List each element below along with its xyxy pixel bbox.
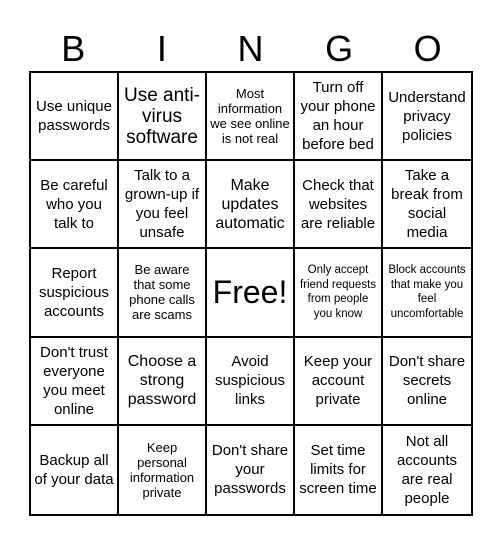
cell-text: Avoid suspicious links — [214, 353, 286, 409]
cell-text: Talk to a grown-up if you feel unsafe — [124, 167, 200, 242]
bingo-cell[interactable]: Report suspicious accounts — [31, 249, 119, 338]
bingo-cell[interactable]: Set time limits for screen time — [295, 425, 383, 514]
bingo-cell[interactable]: Keep personal information private — [119, 425, 207, 514]
bingo-cell[interactable]: Keep your account private — [295, 337, 383, 426]
bingo-cell[interactable]: Be aware that some phone calls are scams — [119, 249, 207, 338]
cell-text: Choose a strong password — [127, 353, 197, 409]
cell-text: Take a break from social media — [391, 167, 463, 242]
cell-text: Don't trust everyone you meet online — [40, 343, 108, 418]
header-letter-o: O — [413, 28, 442, 69]
bingo-cell[interactable]: Don't share your passwords — [207, 425, 295, 514]
bingo-cell[interactable]: Take a break from social media — [383, 161, 471, 250]
bingo-cell[interactable]: Not all accounts are real people — [383, 426, 471, 514]
header-letter-i: I — [156, 28, 167, 69]
bingo-cell[interactable]: Choose a strong password — [119, 337, 207, 426]
cell-text: Block accounts that make you feel uncomf… — [388, 264, 466, 320]
bingo-cell[interactable]: Check that websites are reliable — [295, 161, 383, 250]
cell-text: Don't share your passwords — [211, 442, 289, 498]
cell-text: Not all accounts are real people — [396, 432, 458, 507]
cell-text: Keep your account private — [303, 353, 373, 409]
cell-text: Use anti-virus software — [123, 84, 201, 148]
cell-text: Use unique passwords — [36, 98, 112, 135]
bingo-cell[interactable]: Block accounts that make you feel uncomf… — [383, 249, 471, 338]
bingo-cell[interactable]: Don't trust everyone you meet online — [31, 337, 119, 426]
header-letter-g: G — [325, 28, 354, 69]
bingo-cell[interactable]: Don't share secrets online — [383, 338, 471, 426]
cell-text: Keep personal information private — [129, 439, 195, 500]
cell-text: Check that websites are reliable — [300, 176, 376, 232]
bingo-cell[interactable]: Backup all of your data — [31, 425, 119, 514]
header-letter-n: N — [237, 28, 264, 69]
bingo-cell[interactable]: Be careful who you talk to — [31, 161, 119, 250]
cell-text: Backup all of your data — [34, 451, 114, 488]
bingo-header: B I N G O — [29, 28, 472, 70]
bingo-cell[interactable]: Understand privacy policies — [383, 73, 471, 162]
bingo-cell[interactable]: Only accept friend requests from people … — [295, 249, 383, 338]
bingo-cell[interactable]: Avoid suspicious links — [207, 337, 295, 426]
bingo-cell[interactable]: Turn off your phone an hour before bed — [295, 73, 383, 162]
bingo-cell[interactable]: Use unique passwords — [31, 73, 119, 162]
cell-text: Most information we see online is not re… — [210, 86, 290, 147]
cell-text: Only accept friend requests from people … — [299, 264, 377, 320]
cell-text: Make updates automatic — [215, 176, 285, 232]
cell-text: Don't share secrets online — [388, 353, 466, 409]
bingo-cell[interactable]: Most information we see online is not re… — [207, 73, 295, 162]
cell-text: Be aware that some phone calls are scams — [129, 262, 195, 323]
cell-text: Understand privacy policies — [388, 88, 466, 144]
bingo-board: Use unique passwords Use anti-virus soft… — [29, 71, 473, 516]
bingo-cell[interactable]: Talk to a grown-up if you feel unsafe — [119, 161, 207, 250]
free-space-cell[interactable]: Free! — [207, 249, 295, 338]
cell-text: Turn off your phone an hour before bed — [300, 79, 376, 154]
free-space-text: Free! — [212, 274, 288, 311]
cell-text: Be careful who you talk to — [40, 176, 108, 232]
header-letter-b: B — [61, 28, 86, 69]
bingo-cell[interactable]: Make updates automatic — [207, 161, 295, 250]
bingo-cell[interactable]: Use anti-virus software — [119, 73, 207, 162]
cell-text: Set time limits for screen time — [299, 442, 377, 498]
cell-text: Report suspicious accounts — [38, 264, 110, 320]
